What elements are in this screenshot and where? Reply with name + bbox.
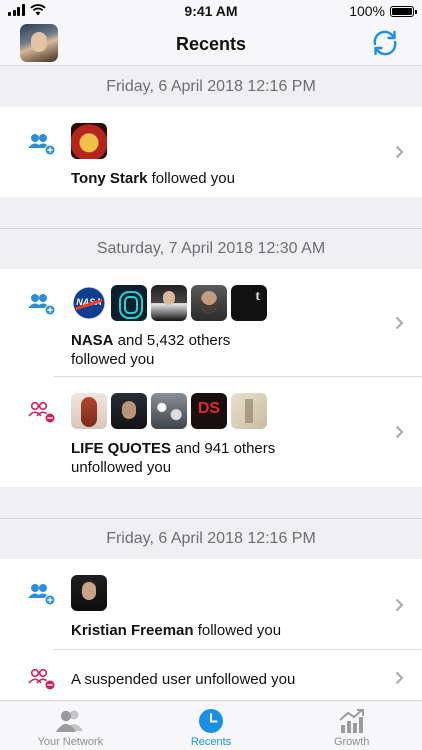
section-header-date: Friday, 6 April 2018 12:16 PM — [0, 519, 422, 559]
list-item-unfollow[interactable]: A suspended user unfollowed you — [0, 650, 422, 700]
clock-icon — [199, 709, 223, 733]
avatar — [111, 393, 147, 429]
section-header-date: Saturday, 7 April 2018 12:30 AM — [0, 229, 422, 269]
chevron-right-icon — [395, 598, 404, 611]
list-item-follow[interactable]: Kristian Freeman followed you — [0, 559, 422, 650]
user-unfollow-icon — [28, 401, 56, 424]
section-header-date: Friday, 6 April 2018 12:16 PM — [0, 67, 422, 107]
chevron-right-icon — [395, 316, 404, 330]
battery-percent: 100% — [349, 3, 385, 19]
avatar — [151, 285, 187, 321]
list-item-unfollow[interactable]: DS LIFE QUOTES and 941 others unfollowed … — [0, 377, 422, 487]
list-item-follow[interactable]: NASA t NASA and 5,432 others followed you — [0, 269, 422, 377]
people-icon — [56, 710, 84, 732]
section-gap — [0, 197, 422, 229]
avatar — [71, 575, 107, 611]
avatar-group: DS — [71, 393, 382, 429]
refresh-icon[interactable] — [370, 28, 400, 58]
battery-icon — [390, 5, 417, 17]
page-title: Recents — [175, 34, 247, 54]
status-bar: 9:41 AM 100% — [0, 0, 422, 22]
activity-text: A suspended user unfollowed you — [71, 671, 296, 688]
avatar-group — [71, 123, 382, 159]
tab-label: Growth — [333, 736, 370, 748]
tab-bar: Your Network Recents Growth — [0, 700, 422, 750]
avatar — [151, 393, 187, 429]
user-follow-icon — [28, 584, 56, 606]
activity-text: Tony Stark followed you — [71, 170, 235, 187]
avatar-group — [71, 575, 382, 611]
battery-group: 100% — [349, 3, 417, 19]
avatar-group: NASA t — [71, 285, 382, 321]
avatar: DS — [191, 393, 227, 429]
user-unfollow-icon — [28, 668, 56, 691]
tab-label: Recents — [190, 736, 232, 748]
section-gap — [0, 487, 422, 519]
activity-text: NASA and 5,432 others followed you — [71, 332, 231, 368]
activity-text: LIFE QUOTES and 941 others unfollowed you — [71, 440, 276, 476]
tab-growth[interactable]: Growth — [281, 701, 422, 750]
avatar: t — [231, 285, 267, 321]
user-follow-icon — [28, 134, 56, 156]
avatar — [71, 393, 107, 429]
navigation-bar: Recents — [0, 22, 422, 66]
chevron-right-icon — [395, 145, 404, 159]
tab-your-network[interactable]: Your Network — [0, 701, 141, 750]
recents-list[interactable]: Friday, 6 April 2018 12:16 PM Tony Stark… — [0, 67, 422, 700]
list-item-follow[interactable]: Tony Stark followed you — [0, 107, 422, 197]
tab-recents[interactable]: Recents — [141, 701, 282, 750]
growth-chart-icon — [339, 709, 364, 733]
avatar — [231, 393, 267, 429]
activity-text: Kristian Freeman followed you — [71, 622, 282, 639]
avatar — [191, 285, 227, 321]
chevron-right-icon — [395, 671, 404, 685]
user-follow-icon — [28, 294, 56, 316]
avatar — [71, 123, 107, 159]
chevron-right-icon — [395, 425, 404, 439]
avatar — [111, 285, 147, 321]
tab-label: Your Network — [37, 736, 104, 748]
avatar: NASA — [71, 285, 107, 321]
